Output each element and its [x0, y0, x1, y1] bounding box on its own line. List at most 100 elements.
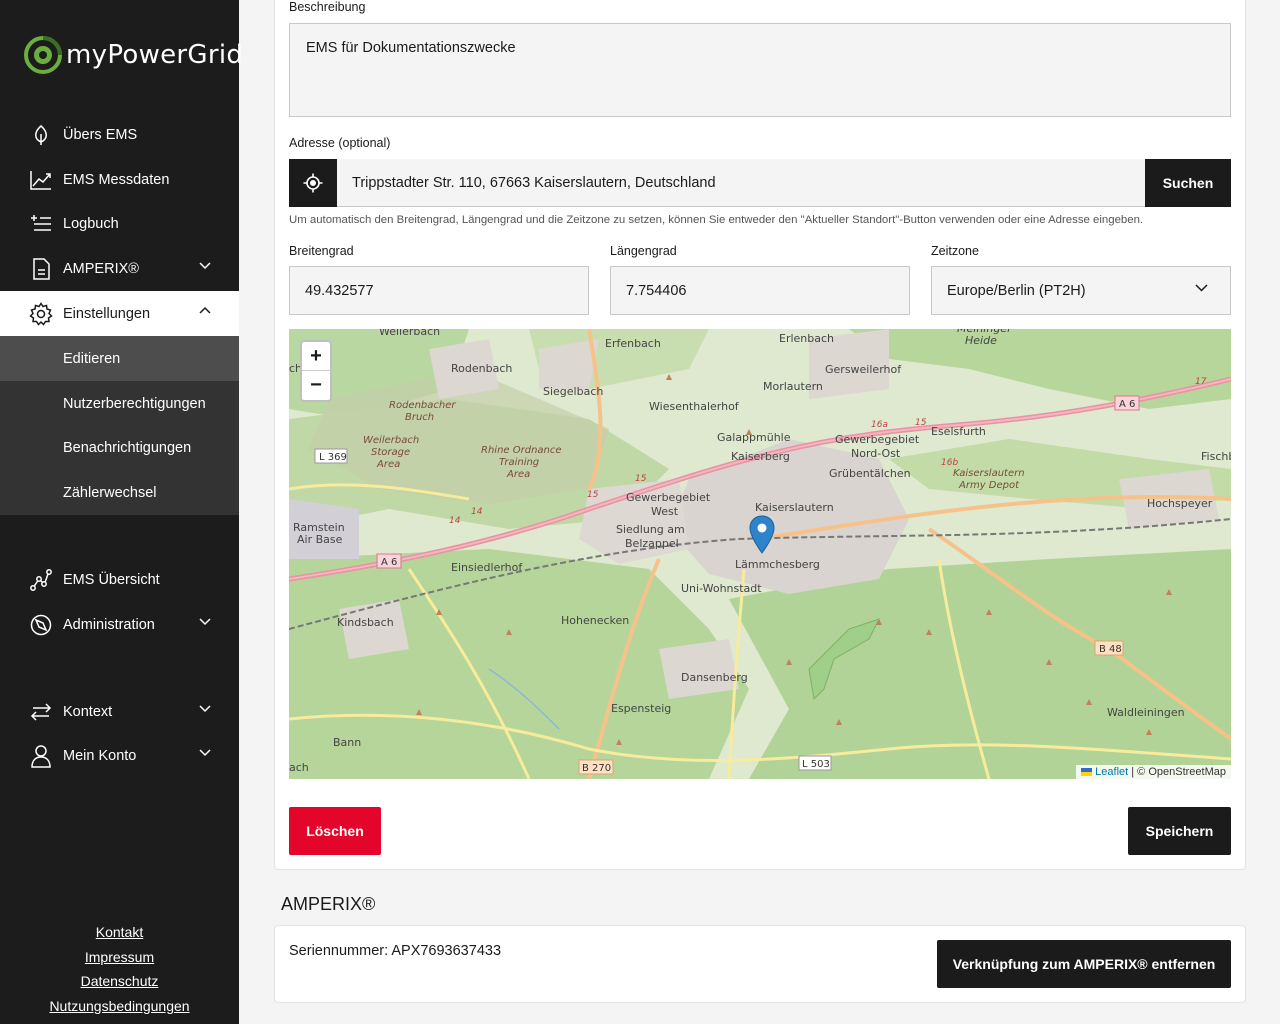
svg-text:Erfenbach: Erfenbach — [605, 337, 661, 350]
ukraine-flag-icon — [1081, 768, 1093, 777]
nav-ems-uebersicht[interactable]: EMS Übersicht — [0, 558, 239, 602]
svg-text:Morlautern: Morlautern — [763, 380, 823, 393]
longitude-input[interactable]: 7.754406 — [610, 266, 910, 315]
svg-text:Waldleiningen: Waldleiningen — [1107, 706, 1185, 719]
svg-text:Army Depot: Army Depot — [958, 480, 1020, 491]
svg-text:Training: Training — [499, 457, 539, 468]
svg-text:Dansenberg: Dansenberg — [681, 671, 748, 684]
svg-text:Galappmühle: Galappmühle — [717, 431, 791, 444]
description-label: Beschreibung — [289, 0, 366, 14]
link-impressum[interactable]: Impressum — [0, 945, 239, 970]
svg-text:Rodenbach: Rodenbach — [451, 362, 512, 375]
timezone-value: Europe/Berlin (PT2H) — [947, 282, 1086, 299]
address-input[interactable]: Trippstadter Str. 110, 67663 Kaiserslaut… — [337, 159, 1145, 207]
svg-text:Uni-Wohnstadt: Uni-Wohnstadt — [681, 582, 762, 595]
nav-ems-messdaten[interactable]: EMS Messdaten — [0, 158, 239, 202]
chevron-down-icon — [199, 618, 211, 626]
svg-text:Area: Area — [376, 459, 400, 470]
save-button[interactable]: Speichern — [1128, 807, 1231, 855]
link-kontakt[interactable]: Kontakt — [0, 920, 239, 945]
brand-name: myPowerGrid — [66, 40, 244, 70]
map-pin-icon[interactable] — [749, 515, 775, 555]
svg-text:A 6: A 6 — [1119, 399, 1135, 410]
svg-text:Gersweilerhof: Gersweilerhof — [825, 363, 902, 376]
chevron-down-icon — [1195, 284, 1208, 292]
document-icon — [29, 257, 53, 281]
svg-text:Heide: Heide — [965, 334, 997, 347]
nav-label: Einstellungen — [63, 305, 151, 322]
nav-label: Übers EMS — [63, 127, 138, 143]
svg-text:Gewerbegebiet: Gewerbegebiet — [835, 433, 920, 446]
list-add-icon — [29, 212, 53, 236]
submenu-editieren[interactable]: Editieren — [0, 336, 239, 381]
address-row: Trippstadter Str. 110, 67663 Kaiserslaut… — [289, 159, 1231, 207]
svg-text:Storage: Storage — [371, 447, 410, 458]
nav-amperix[interactable]: AMPERIX® — [0, 247, 239, 291]
description-textarea[interactable]: EMS für Dokumentationszwecke — [289, 23, 1231, 117]
nav-label: Administration — [63, 617, 155, 633]
latitude-input[interactable]: 49.432577 — [289, 266, 589, 315]
unlink-amperix-button[interactable]: Verknüpfung zum AMPERIX® entfernen — [937, 940, 1231, 988]
submenu-zaehlerwechsel[interactable]: Zählerwechsel — [0, 470, 239, 515]
nav-label: EMS Übersicht — [63, 572, 160, 588]
svg-text:B 48: B 48 — [1099, 644, 1122, 655]
sidebar: myPowerGrid Übers EMS EMS Messdaten Logb… — [0, 0, 243, 1024]
search-button[interactable]: Suchen — [1145, 159, 1231, 207]
svg-text:Siegelbach: Siegelbach — [543, 385, 603, 398]
svg-text:Erlenbach: Erlenbach — [779, 332, 834, 345]
zoom-in-button[interactable]: + — [302, 342, 330, 371]
amperix-section-title: AMPERIX® — [281, 894, 376, 914]
leaflet-link[interactable]: Leaflet — [1095, 766, 1128, 778]
svg-text:Bann: Bann — [333, 736, 361, 749]
svg-text:Weilerbach: Weilerbach — [379, 329, 440, 338]
svg-text:Kaiserberg: Kaiserberg — [731, 450, 790, 463]
svg-text:Einsiedlerhof: Einsiedlerhof — [451, 561, 523, 574]
nav-label: EMS Messdaten — [63, 172, 170, 188]
svg-text:17: 17 — [1195, 377, 1207, 387]
submenu-benachrichtigungen[interactable]: Benachrichtigungen — [0, 425, 239, 470]
svg-text:Lämmchesberg: Lämmchesberg — [735, 558, 820, 571]
map-zoom-control: + − — [300, 340, 332, 402]
svg-text:Rhine Ordnance: Rhine Ordnance — [481, 445, 562, 456]
nav-einstellungen[interactable]: Einstellungen — [0, 291, 239, 336]
svg-text:Fischb: Fischb — [1201, 450, 1231, 463]
link-nutzungsbedingungen[interactable]: Nutzungsbedingungen — [0, 994, 239, 1019]
osm-attribution: | © OpenStreetMap — [1128, 766, 1226, 778]
svg-text:15: 15 — [635, 474, 647, 484]
svg-text:Weilerbach: Weilerbach — [363, 435, 419, 446]
location-map[interactable]: Weilerbach Erfenbach Erlenbach Meininger… — [289, 329, 1231, 779]
svg-text:15: 15 — [587, 490, 599, 500]
nav-logbuch[interactable]: Logbuch — [0, 202, 239, 246]
delete-button[interactable]: Löschen — [289, 807, 381, 855]
svg-text:Hochspeyer: Hochspeyer — [1147, 497, 1213, 510]
svg-text:ach: ach — [289, 761, 309, 774]
zoom-out-button[interactable]: − — [302, 371, 330, 400]
svg-text:Air Base: Air Base — [297, 533, 343, 546]
timezone-select[interactable]: Europe/Berlin (PT2H) — [931, 266, 1231, 315]
logo-icon — [24, 36, 62, 74]
svg-text:Kaiserslautern: Kaiserslautern — [953, 468, 1025, 479]
svg-text:Gewerbegebiet: Gewerbegebiet — [626, 491, 711, 504]
svg-text:Siedlung am: Siedlung am — [616, 523, 685, 536]
logo[interactable]: myPowerGrid — [24, 36, 243, 74]
nav-ueber-ems[interactable]: Übers EMS — [0, 113, 239, 157]
submenu-nutzerberechtigungen[interactable]: Nutzerberechtigungen — [0, 381, 239, 426]
link-datenschutz[interactable]: Datenschutz — [0, 969, 239, 994]
nav-mein-konto[interactable]: Mein Konto — [0, 734, 239, 778]
user-icon — [29, 744, 53, 768]
chevron-up-icon — [199, 306, 211, 314]
svg-text:Nord-Ost: Nord-Ost — [851, 447, 901, 460]
nav-label: Mein Konto — [63, 748, 137, 764]
svg-text:Eselsfurth: Eselsfurth — [931, 425, 986, 438]
current-location-button[interactable] — [289, 159, 337, 207]
swap-arrows-icon — [29, 700, 53, 724]
svg-text:15: 15 — [915, 418, 927, 428]
nav-kontext[interactable]: Kontext — [0, 690, 239, 734]
svg-text:Bruch: Bruch — [405, 412, 434, 423]
nav-administration[interactable]: Administration — [0, 603, 239, 647]
settings-submenu: Editieren Nutzerberechtigungen Benachric… — [0, 336, 239, 515]
nav-label: Logbuch — [63, 216, 119, 232]
svg-text:A 6: A 6 — [381, 557, 397, 568]
chevron-down-icon — [199, 749, 211, 757]
svg-text:Hohenecken: Hohenecken — [561, 614, 629, 627]
